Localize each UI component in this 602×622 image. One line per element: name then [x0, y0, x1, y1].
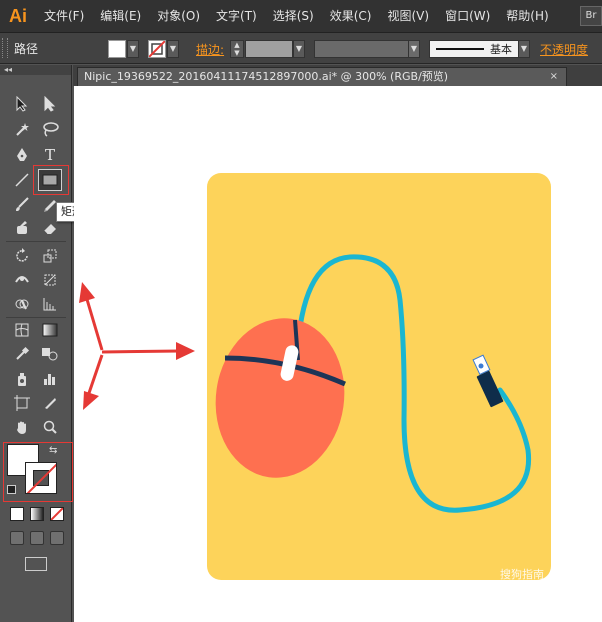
anchor-point[interactable]: [478, 363, 484, 369]
artwork-layer: [79, 173, 551, 580]
annotation-arrows: [79, 282, 195, 410]
watermark: 搜狗指南: [500, 568, 544, 581]
